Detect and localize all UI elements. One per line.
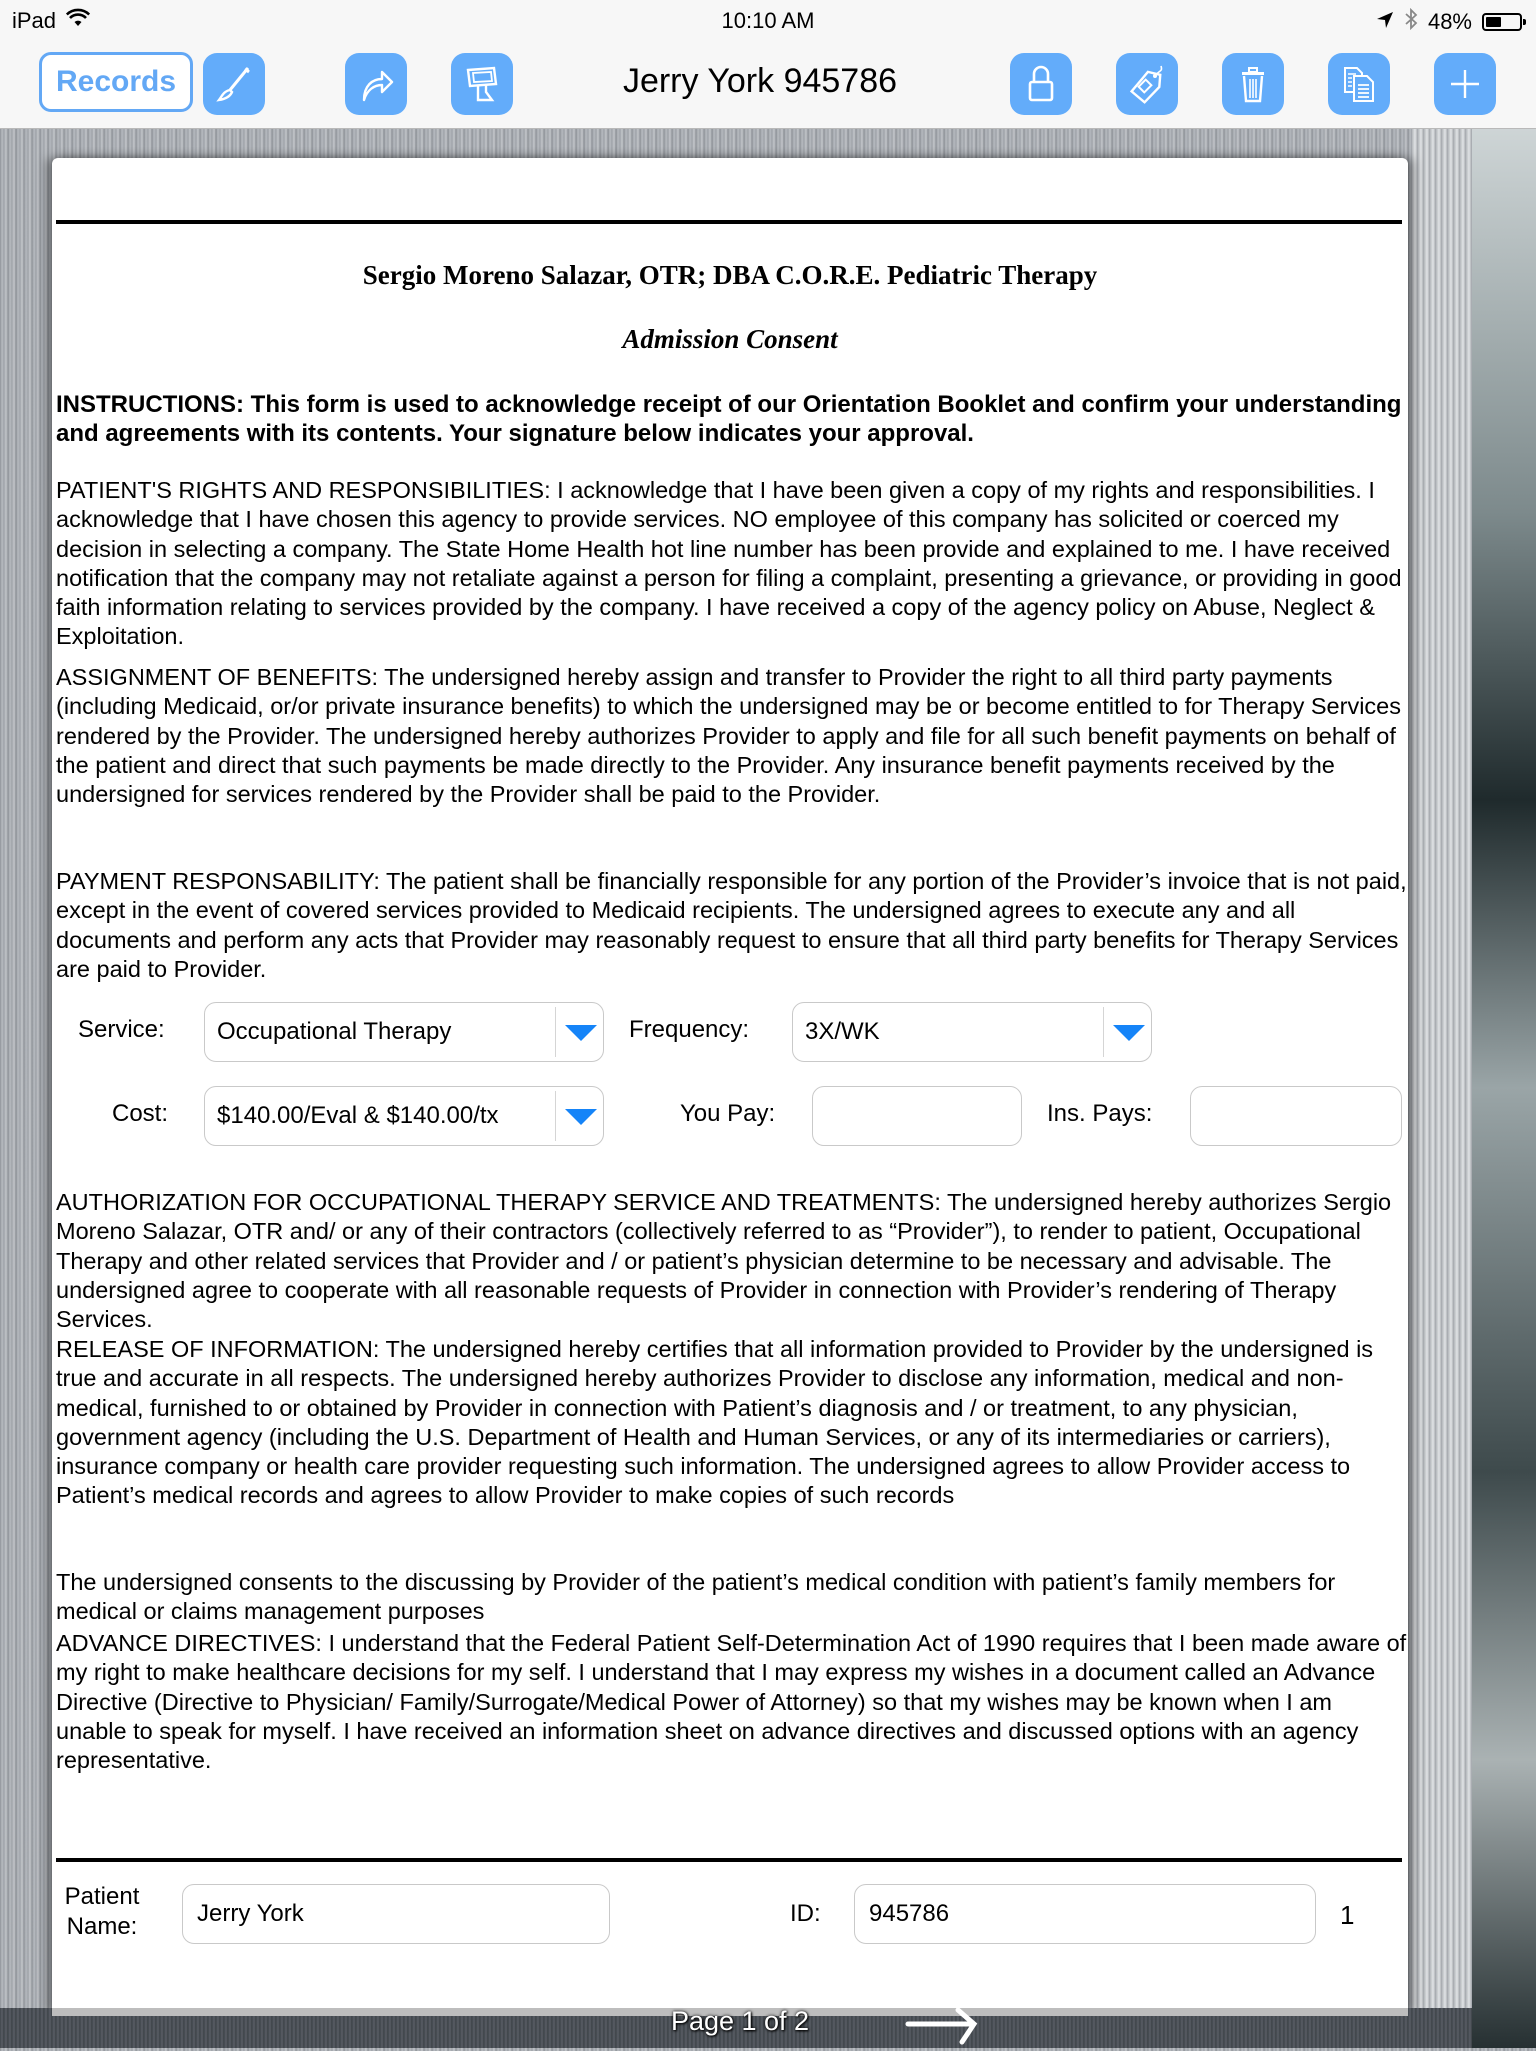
copy-button[interactable] [1328,53,1390,115]
ins-pays-input[interactable] [1190,1086,1402,1146]
advance-directives-text: ADVANCE DIRECTIVES: I understand that th… [56,1630,1407,1774]
select-divider [555,1091,556,1141]
frequency-select[interactable]: 3X/WK [792,1002,1152,1062]
status-bar: iPad 10:10 AM 48% [0,0,1536,40]
add-button[interactable] [1434,53,1496,115]
id-label: ID: [790,1900,821,1927]
service-select[interactable]: Occupational Therapy [204,1002,604,1062]
next-page-button[interactable] [904,2002,984,2046]
release-of-information-text: RELEASE OF INFORMATION: The undersigned … [56,1336,1374,1509]
lock-icon [1028,65,1054,102]
id-input[interactable]: 945786 [854,1884,1316,1944]
document-page: Sergio Moreno Salazar, OTR; DBA C.O.R.E.… [52,158,1408,2014]
battery-percent: 48% [1427,9,1472,34]
location-icon [1376,9,1394,35]
delete-button[interactable] [1222,53,1284,115]
clock: 10:10 AM [721,8,815,33]
cost-select[interactable]: $140.00/Eval & $140.00/tx [204,1086,604,1146]
tag-icon [1129,65,1163,104]
page-indicator: Page 1 of 2 [670,2006,810,2036]
page-number: 1 [1340,1900,1355,1930]
select-divider [1103,1007,1104,1057]
battery-icon [1482,13,1526,31]
frequency-label: Frequency: [629,1016,750,1043]
chevron-down-icon [565,1109,597,1125]
share-button[interactable] [345,53,407,115]
payment-responsibility-text: PAYMENT RESPONSABILITY: The patient shal… [56,868,1407,982]
service-label: Service: [78,1016,165,1043]
records-button[interactable]: Records [39,52,193,112]
patient-rights-text: PATIENT'S RIGHTS AND RESPONSIBILITIES: I… [56,477,1402,650]
brush-icon [216,67,250,102]
instructions-text: INSTRUCTIONS: This form is used to ackno… [56,391,1402,447]
authorization-text: AUTHORIZATION FOR OCCUPATIONAL THERAPY S… [56,1189,1392,1333]
record-title: Jerry York 945786 [622,62,898,100]
bluetooth-icon [1404,7,1418,36]
cost-value: $140.00/Eval & $140.00/tx [217,1102,499,1129]
trash-icon [1242,67,1264,103]
assignment-of-benefits-text: ASSIGNMENT OF BENEFITS: The undersigned … [56,664,1401,808]
share-icon [362,70,394,102]
toolbar: Records Jerry York 945786 [0,40,1536,129]
lock-button[interactable] [1010,53,1072,115]
right-arrow-icon [905,2007,978,2045]
kiosk-icon [466,66,498,102]
copy-icon [1344,67,1374,102]
document-title: Sergio Moreno Salazar, OTR; DBA C.O.R.E.… [362,260,1098,290]
bottom-divider [56,1858,1402,1862]
background-photo [1412,128,1536,2048]
kiosk-button[interactable] [451,53,513,115]
patient-name-input[interactable]: Jerry York [182,1884,610,1944]
frequency-value: 3X/WK [805,1018,880,1045]
you-pay-label: You Pay: [680,1100,776,1127]
select-divider [555,1007,556,1057]
cost-label: Cost: [112,1100,169,1127]
chevron-down-icon [1113,1025,1145,1041]
plus-icon [1451,70,1479,98]
tag-button[interactable] [1116,53,1178,115]
annotate-button[interactable] [203,53,265,115]
chevron-down-icon [565,1025,597,1041]
document-subtitle: Admission Consent [622,324,838,354]
ins-pays-label: Ins. Pays: [1047,1100,1153,1127]
top-divider [56,220,1402,224]
patient-name-label: Patient Name: [64,1883,140,1940]
service-value: Occupational Therapy [217,1018,452,1045]
you-pay-input[interactable] [812,1086,1022,1146]
consent-discussion-text: The undersigned consents to the discussi… [56,1569,1336,1625]
